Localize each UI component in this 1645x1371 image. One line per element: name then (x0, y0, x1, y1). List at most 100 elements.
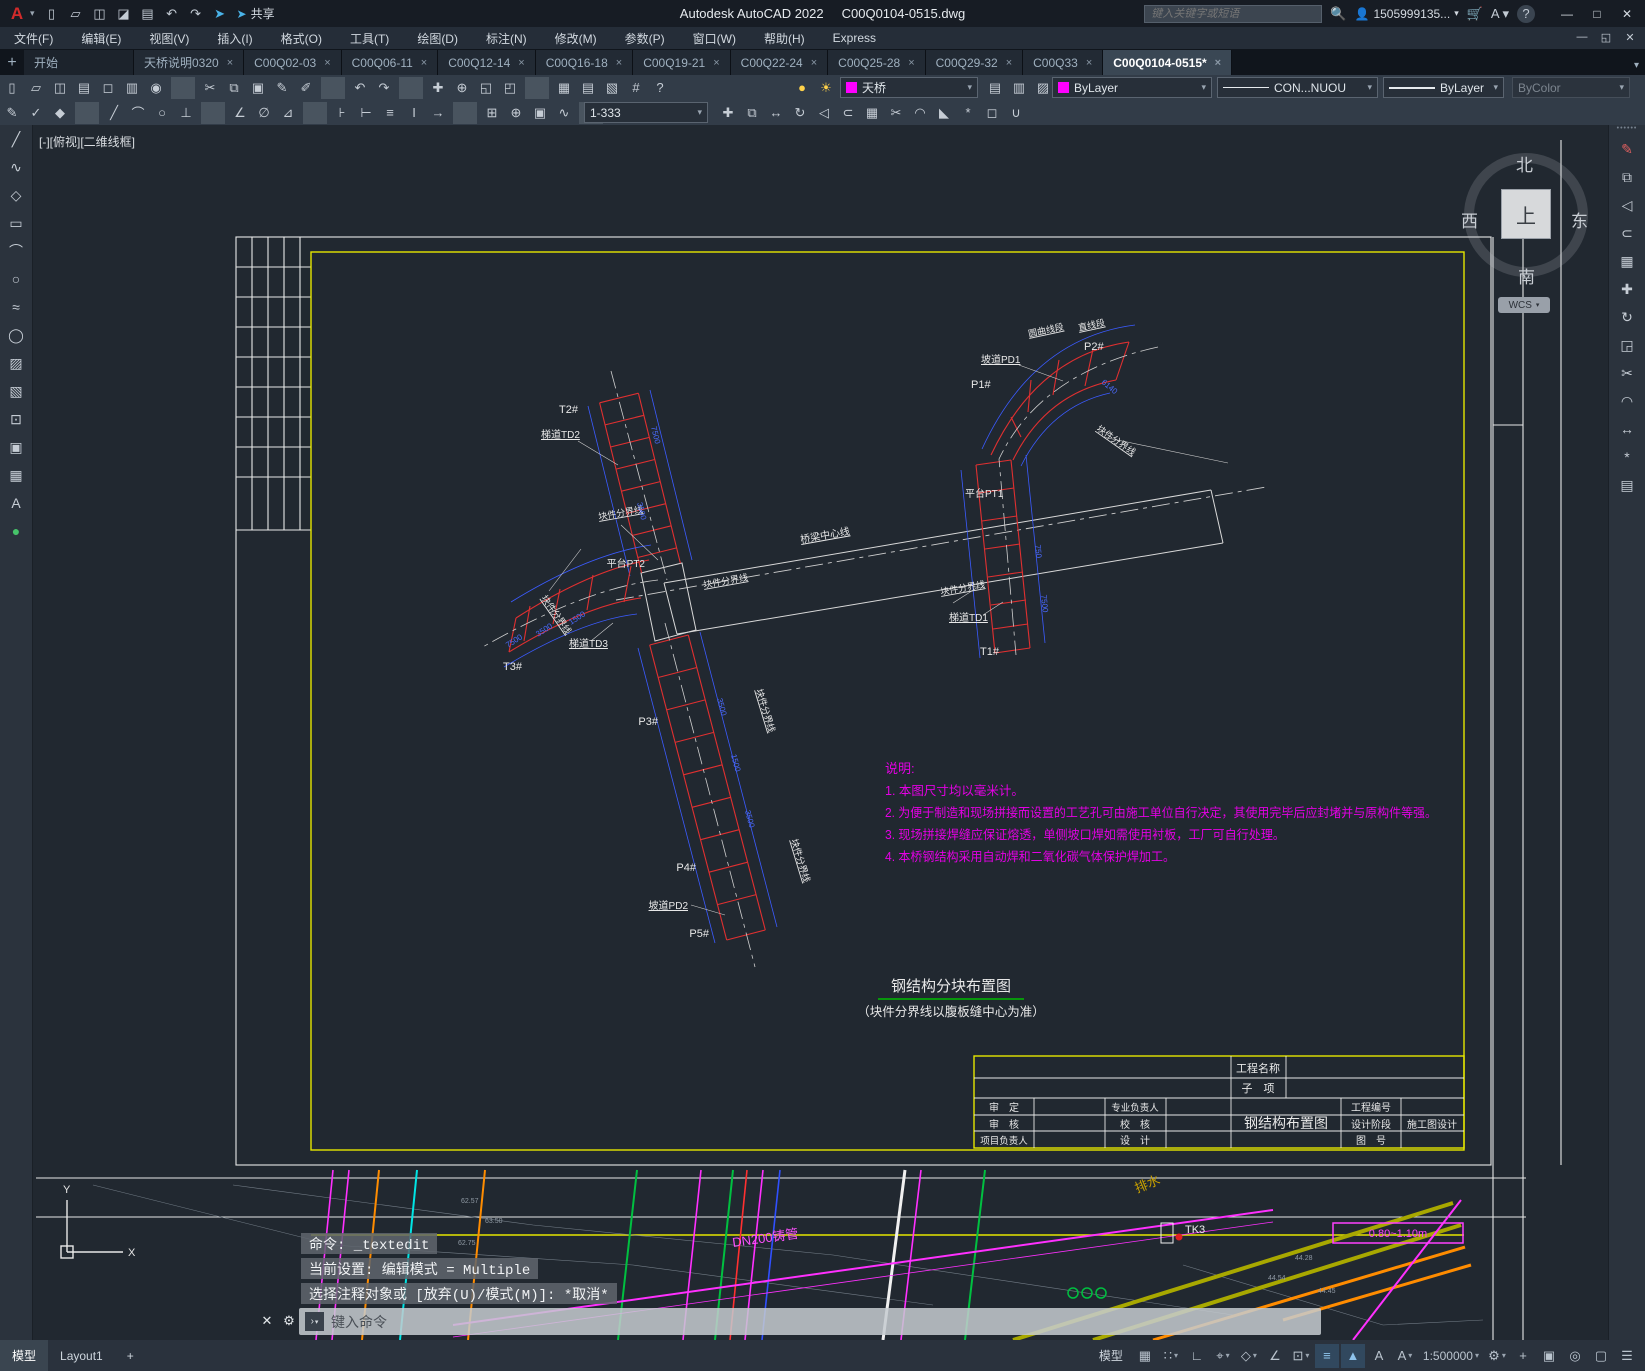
save-as-icon[interactable]: ◪ (113, 3, 135, 25)
search-input[interactable] (1144, 4, 1323, 23)
command-customize-icon[interactable]: ⚙ (279, 1311, 299, 1331)
menu-item[interactable]: 窗口(W) (679, 27, 750, 49)
file-tab[interactable]: C00Q02-03 × (244, 50, 342, 75)
snap-mode-icon[interactable]: ∷ (1159, 1344, 1183, 1368)
spline-tool-icon[interactable]: ≈ (0, 293, 32, 321)
layer-sun-icon[interactable]: ☀ (814, 77, 838, 99)
file-tab[interactable]: C00Q12-14 × (438, 50, 536, 75)
jogged-dim-icon[interactable]: → (426, 102, 450, 124)
mirror-icon[interactable]: ◁ (812, 102, 836, 124)
redo-icon[interactable]: ↷ (185, 3, 207, 25)
menu-item[interactable]: 参数(P) (611, 27, 679, 49)
menu-item[interactable]: Express (819, 27, 890, 49)
file-tab[interactable]: C00Q0104-0515* × (1103, 50, 1233, 75)
properties-tool-icon[interactable]: ▤ (1609, 471, 1645, 499)
annotation-scale-select[interactable]: 1:500000 (1419, 1344, 1483, 1368)
ortho-icon[interactable]: ∟ (1185, 1344, 1209, 1368)
explode-icon[interactable]: * (956, 102, 980, 124)
zoom-previous-icon[interactable]: ◰ (498, 77, 522, 99)
selection-cycling-icon[interactable]: ▲ (1340, 1343, 1365, 1368)
file-tab[interactable]: C00Q06-11 × (341, 50, 439, 75)
tab-close-icon[interactable]: × (1086, 57, 1092, 69)
line-icon[interactable]: ╱ (102, 102, 126, 124)
linetype-select[interactable]: CON...NUOU ▾ (1217, 77, 1378, 98)
menu-item[interactable]: 绘图(D) (403, 27, 472, 49)
viewcube-top-face[interactable]: 上 (1501, 189, 1551, 239)
lineweight-select[interactable]: ByLayer ▾ (1383, 77, 1504, 98)
fillet-icon[interactable]: ◠ (908, 102, 932, 124)
stretch-icon[interactable]: ↔ (764, 102, 788, 124)
tab-overflow-icon[interactable]: ▾ (1634, 60, 1639, 71)
array-tool-icon[interactable]: ▦ (1609, 247, 1645, 275)
qsave-icon[interactable]: ◫ (48, 77, 72, 99)
command-close-icon[interactable]: ✕ (257, 1311, 277, 1331)
osnap-tracking-icon[interactable]: ∠ (1263, 1344, 1287, 1368)
save-icon[interactable]: ◫ (89, 3, 111, 25)
undo-icon[interactable]: ↶ (161, 3, 183, 25)
grid-icon[interactable]: ▦ (1133, 1344, 1157, 1368)
autocad-logo-icon[interactable]: A (4, 3, 30, 25)
undo-icon[interactable]: ↶ (348, 77, 372, 99)
file-tab[interactable]: 开始 × (24, 50, 134, 75)
viewcube-south[interactable]: 南 (1518, 263, 1535, 288)
open-file-icon[interactable]: ▱ (65, 3, 87, 25)
region-icon[interactable]: ▣ (528, 102, 552, 124)
command-options-icon[interactable]: › ▾ (305, 1312, 324, 1331)
file-tab[interactable]: C00Q16-18 × (535, 50, 634, 75)
doc-restore-button[interactable]: ◱ (1595, 27, 1617, 47)
file-tab[interactable]: C00Q33 × (1023, 50, 1104, 75)
trim-icon[interactable]: ✂ (884, 102, 908, 124)
explode-tool-icon[interactable]: * (1609, 443, 1645, 471)
close-button[interactable]: ✕ (1613, 3, 1641, 25)
baseline-dim-icon[interactable]: I (402, 102, 426, 124)
file-tab[interactable]: C00Q19-21 × (633, 50, 731, 75)
hatch-tool-icon[interactable]: ▨ (0, 349, 32, 377)
viewport-controls[interactable]: [-][俯视][二维线框] (39, 133, 135, 150)
open-icon[interactable]: ▱ (24, 77, 48, 99)
isolate-objects-icon[interactable]: ▣ (1537, 1344, 1561, 1368)
stretch-tool-icon[interactable]: ↔ (1609, 415, 1645, 443)
maximize-button[interactable]: □ (1583, 3, 1611, 25)
pan-icon[interactable]: ✚ (426, 77, 450, 99)
tab-close-icon[interactable]: × (908, 57, 914, 69)
file-tab[interactable]: 天桥说明0320 × (134, 50, 245, 75)
menu-item[interactable]: 标注(N) (472, 27, 541, 49)
doc-minimize-button[interactable]: — (1571, 27, 1593, 47)
model-space-canvas[interactable]: T2# 梯道TD2 T3# 梯道TD3 平台PT2 P3# P4# P5# 坡道… (33, 125, 1608, 1342)
continue-dim-icon[interactable]: ≡ (378, 102, 402, 124)
tab-close-icon[interactable]: × (518, 57, 524, 69)
command-input[interactable] (331, 1313, 1315, 1330)
tab-close-icon[interactable]: × (1215, 57, 1221, 69)
chamfer-icon[interactable]: ◣ (932, 102, 956, 124)
plot-icon[interactable]: ▤ (72, 77, 96, 99)
insert-block-icon[interactable]: ⊞ (480, 102, 504, 124)
tangent-icon[interactable]: ⊥ (174, 102, 198, 124)
viewports-icon[interactable]: ▦ (552, 77, 576, 99)
matchprop-icon[interactable]: ✎ (0, 102, 24, 124)
menu-item[interactable]: 帮助(H) (750, 27, 819, 49)
menu-item[interactable]: 工具(T) (336, 27, 403, 49)
trim-tool-icon[interactable]: ✂ (1609, 359, 1645, 387)
scale-tool-icon[interactable]: ◲ (1609, 331, 1645, 359)
autodesk-a-icon[interactable]: A ▾ (1491, 6, 1509, 22)
minimize-button[interactable]: — (1553, 3, 1581, 25)
edit-icon[interactable]: ✐ (294, 77, 318, 99)
file-tab[interactable]: C00Q22-24 × (730, 50, 829, 75)
line-tool-icon[interactable]: ╱ (0, 125, 32, 153)
share-plane-icon[interactable]: ➤ (209, 3, 231, 25)
tab-close-icon[interactable]: × (421, 57, 427, 69)
toolbar-drag-handle[interactable]: •••••• (1609, 125, 1645, 135)
edit-attribute-icon[interactable]: ✓ (24, 102, 48, 124)
color-select[interactable]: ByLayer ▾ (1052, 77, 1212, 98)
account-button[interactable]: 👤 1505999135... ▾ (1354, 7, 1458, 21)
table-tool-icon[interactable]: ▦ (0, 461, 32, 489)
viewcube-west[interactable]: 西 (1461, 207, 1478, 232)
publish-icon[interactable]: ▥ (120, 77, 144, 99)
dim-style-select[interactable]: 1-333 ▾ (584, 102, 708, 123)
doc-close-button[interactable]: ✕ (1619, 27, 1641, 47)
plot-preview-icon[interactable]: ◻ (96, 77, 120, 99)
menu-item[interactable]: 编辑(E) (67, 27, 135, 49)
menu-item[interactable]: 修改(M) (541, 27, 611, 49)
erase-tool-icon[interactable]: ✎ (1609, 135, 1645, 163)
menu-item[interactable]: 文件(F) (0, 27, 67, 49)
